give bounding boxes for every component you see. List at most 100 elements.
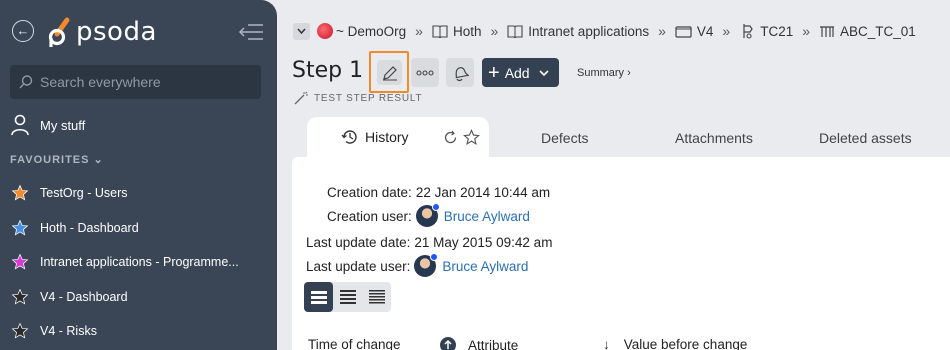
tab-deleted-assets[interactable]: Deleted assets	[819, 130, 912, 146]
creation-user-label: Creation user:	[327, 208, 412, 224]
logo-text: psoda	[76, 17, 157, 47]
view-compact-button[interactable]	[362, 282, 391, 312]
star-shape	[11, 253, 29, 270]
notification-button[interactable]	[446, 58, 474, 87]
plus-icon: +	[488, 61, 500, 84]
star-shape	[11, 184, 29, 201]
book-icon	[507, 25, 523, 38]
logo[interactable]: psoda	[48, 14, 157, 50]
bell-icon	[455, 66, 469, 81]
edit-button[interactable]	[377, 60, 402, 85]
view-medium-button[interactable]	[333, 282, 362, 312]
collapse-sidebar-icon[interactable]	[238, 22, 264, 42]
avatar	[415, 203, 440, 227]
favourite-label: V4 - Risks	[40, 324, 97, 339]
tab-bar: History Defects Attachments Deleted asse…	[307, 117, 950, 157]
creation-user-row: Creation user: Bruce Aylward	[327, 203, 530, 227]
favourite-star-icon[interactable]	[463, 129, 480, 146]
favourite-item[interactable]: Hoth - Dashboard	[0, 211, 277, 246]
tab-attachments[interactable]: Attachments	[675, 130, 753, 146]
breadcrumb-item[interactable]: V4	[675, 23, 714, 39]
star-icon	[11, 288, 29, 305]
list-compact-icon	[368, 290, 385, 304]
folder-icon	[675, 25, 692, 38]
breadcrumb-separator: »	[415, 23, 423, 39]
tab-label: History	[365, 129, 409, 145]
star-shape	[11, 219, 29, 236]
avatar	[414, 253, 439, 277]
breadcrumb-item[interactable]: Hoth	[432, 23, 482, 39]
add-button[interactable]: + Add	[482, 58, 559, 87]
last-update-user-label: Last update user:	[306, 258, 411, 274]
history-icon	[341, 130, 357, 144]
last-update-date-value: 21 May 2015 09:42 am	[414, 235, 553, 250]
breadcrumb-label: Intranet applications	[528, 23, 650, 39]
column-header-label: Value before change	[623, 337, 748, 350]
breadcrumb-label: ABC_TC_01	[840, 23, 916, 39]
favourite-label: TestOrg - Users	[40, 186, 128, 201]
favourite-item[interactable]: V4 - Dashboard	[0, 280, 277, 315]
list-medium-icon	[339, 290, 356, 304]
column-header-label: Attribute	[468, 337, 519, 350]
asset-type-text: TEST STEP RESULT	[314, 93, 423, 104]
favourite-item[interactable]: V4 - Risks	[0, 314, 277, 349]
presence-dot	[431, 203, 440, 211]
favourite-label: Hoth - Dashboard	[40, 220, 139, 235]
last-update-user-link[interactable]: Bruce Aylward	[442, 259, 528, 274]
user-icon	[11, 114, 29, 136]
breadcrumb-item[interactable]: ~ DemoOrg	[317, 23, 406, 39]
more-options-button[interactable]	[411, 58, 439, 87]
test-steps-icon	[820, 26, 835, 37]
star-icon	[11, 219, 29, 236]
sidebar: ← psoda My stuff FAVOURITES ⌄	[0, 0, 277, 350]
page-title: Step 1	[292, 58, 364, 83]
breadcrumb-item[interactable]: ABC_TC_01	[819, 24, 916, 39]
last-update-user-row: Last update user: Bruce Aylward	[306, 253, 528, 277]
column-header-time[interactable]: Time of change	[308, 337, 401, 350]
creation-date-label: Creation date:	[327, 185, 412, 200]
star-icon	[11, 322, 29, 339]
presence-dot	[430, 253, 439, 261]
asset-type-label: TEST STEP RESULT	[293, 91, 422, 106]
breadcrumb-separator: »	[658, 23, 666, 39]
pencil-icon	[382, 65, 397, 80]
favourites-list: TestOrg - Users Hoth - Dashboard Intrane…	[0, 176, 277, 349]
favourite-item[interactable]: TestOrg - Users	[0, 176, 277, 211]
my-stuff-link[interactable]: My stuff	[10, 113, 85, 137]
my-stuff-label: My stuff	[40, 117, 86, 133]
back-arrow-icon[interactable]: ←	[12, 20, 34, 42]
breadcrumb-label: Hoth	[452, 23, 482, 39]
chevron-down-icon	[297, 28, 306, 34]
last-update-date-row: Last update date: 21 May 2015 09:42 am	[306, 235, 552, 250]
creation-date-row: Creation date: 22 Jan 2014 10:44 am	[327, 185, 550, 200]
ellipsis-icon	[416, 69, 434, 76]
chevron-down-icon	[539, 69, 549, 76]
view-density-toggle	[304, 282, 391, 312]
search-icon	[18, 74, 34, 90]
breadcrumb-label: V4	[696, 23, 714, 39]
favourites-heading-label: FAVOURITES	[10, 154, 90, 166]
breadcrumb-item[interactable]: Intranet applications	[507, 24, 649, 39]
breadcrumb-toggle[interactable]	[293, 22, 310, 40]
search-box	[10, 65, 261, 99]
sort-ascending-icon	[440, 337, 456, 350]
breadcrumb-item[interactable]: TC21	[739, 23, 793, 39]
view-comfortable-button[interactable]	[304, 282, 333, 312]
refresh-icon[interactable]	[443, 130, 458, 145]
column-header-value-before[interactable]: ↓ Value before change	[603, 337, 747, 350]
star-icon	[11, 253, 29, 270]
wand-icon	[294, 91, 308, 105]
favourite-label: Intranet applications - Programme...	[40, 255, 239, 270]
search-input[interactable]	[40, 65, 255, 99]
last-update-date-label: Last update date:	[306, 235, 411, 250]
tab-history[interactable]: History	[307, 117, 489, 157]
favourites-heading[interactable]: FAVOURITES ⌄	[10, 153, 104, 166]
breadcrumb-label: ~ DemoOrg	[336, 23, 407, 39]
summary-link[interactable]: Summary ›	[577, 67, 631, 79]
favourite-item[interactable]: Intranet applications - Programme...	[0, 245, 277, 280]
column-header-attribute[interactable]: Attribute	[440, 337, 518, 350]
creation-user-link[interactable]: Bruce Aylward	[444, 209, 530, 224]
chevron-down-icon: ⌄	[93, 154, 104, 166]
tab-defects[interactable]: Defects	[541, 130, 588, 146]
add-button-label: Add	[504, 64, 530, 81]
